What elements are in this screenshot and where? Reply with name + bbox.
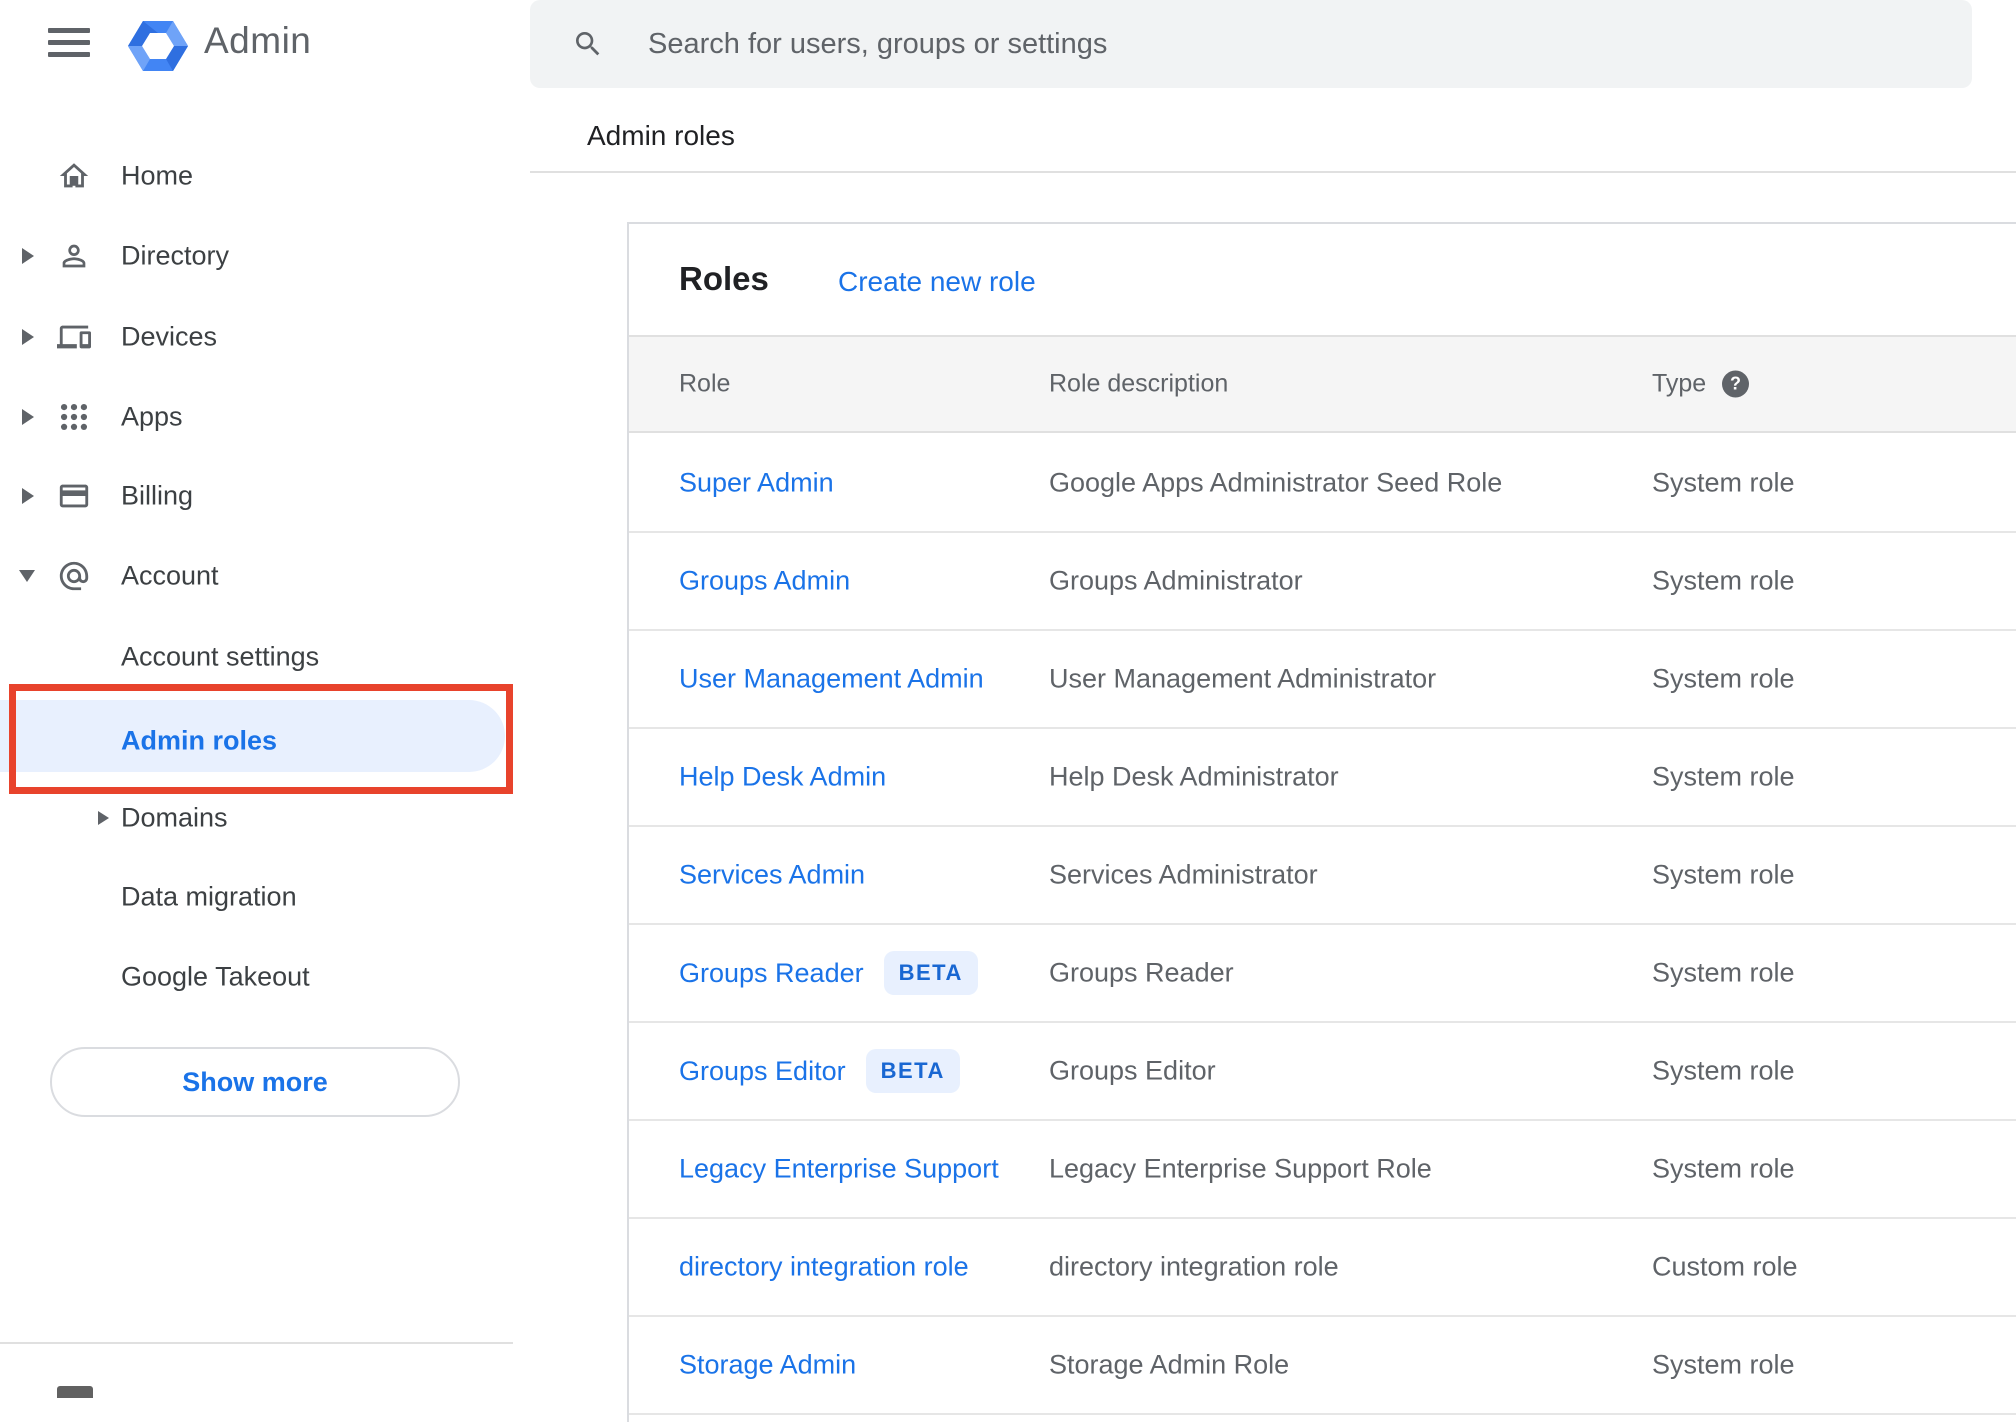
table-header: Role Role description Type ? [629, 335, 2016, 433]
table-row: directory integration role directory int… [629, 1219, 2016, 1317]
role-type: System role [1652, 957, 1795, 988]
sidebar-item-domains[interactable]: Domains [0, 778, 530, 858]
sidebar-item-label: Data migration [121, 881, 297, 912]
role-link-text: Groups Reader [679, 957, 864, 988]
role-type: System role [1652, 859, 1795, 890]
role-link[interactable]: User Management Admin [679, 664, 984, 695]
column-header-description: Role description [1049, 369, 1229, 398]
role-link-text: Groups Editor [679, 1055, 846, 1086]
create-new-role-link[interactable]: Create new role [838, 266, 1036, 298]
sidebar-item-data-migration[interactable]: Data migration [0, 857, 530, 937]
search-input[interactable] [648, 0, 1848, 88]
table-row: Groups Admin Groups Administrator System… [629, 533, 2016, 631]
table-row: Groups Reader BETA Groups Reader System … [629, 925, 2016, 1023]
sidebar-item-label: Devices [121, 321, 218, 352]
table-row: Super Admin Google Apps Administrator Se… [629, 435, 2016, 533]
table-row: Storage Admin Storage Admin Role System … [629, 1317, 2016, 1415]
table-row: Groups Editor BETA Groups Editor System … [629, 1023, 2016, 1121]
role-link[interactable]: Groups Admin [679, 566, 850, 597]
sidebar-item-billing[interactable]: Billing [0, 456, 530, 536]
help-icon[interactable]: ? [1722, 370, 1749, 398]
role-type: System role [1652, 1349, 1795, 1380]
role-description: Groups Editor [1049, 1055, 1216, 1086]
global-search-bar[interactable] [530, 0, 1972, 88]
roles-card: Roles Create new role Role Role descript… [627, 222, 2016, 1422]
sidebar-item-directory[interactable]: Directory [0, 216, 530, 296]
google-admin-logo-icon [128, 21, 188, 71]
beta-badge: BETA [865, 1049, 960, 1093]
sidebar-item-devices[interactable]: Devices [0, 297, 530, 377]
home-icon [59, 163, 89, 188]
partial-sidebar-icon [57, 1386, 93, 1398]
sidebar-item-apps[interactable]: Apps [0, 377, 530, 457]
roles-table-body: Super Admin Google Apps Administrator Se… [629, 435, 2016, 1415]
role-link[interactable]: Legacy Enterprise Support [679, 1154, 999, 1185]
column-header-type: Type [1652, 369, 1707, 398]
app-title: Admin [204, 20, 312, 61]
sidebar-item-label: Billing [121, 480, 194, 511]
sidebar-item-label: Account settings [121, 641, 320, 672]
chevron-right-icon [22, 329, 34, 345]
at-sign-icon [59, 561, 89, 591]
apps-grid-icon [60, 403, 88, 431]
breadcrumb: Admin roles [587, 120, 735, 151]
sidebar-item-label: Directory [121, 240, 230, 271]
card-title: Roles [679, 260, 769, 297]
role-description: User Management Administrator [1049, 663, 1437, 694]
role-type: System role [1652, 467, 1795, 498]
sidebar-item-account[interactable]: Account [0, 536, 530, 616]
role-link[interactable]: Help Desk Admin [679, 762, 886, 793]
sidebar-item-label: Apps [121, 401, 183, 432]
role-type: System role [1652, 565, 1795, 596]
role-type: System role [1652, 1055, 1795, 1086]
credit-card-icon [59, 484, 89, 508]
table-row: Services Admin Services Administrator Sy… [629, 827, 2016, 925]
devices-icon [57, 325, 91, 349]
role-description: Groups Reader [1049, 957, 1234, 988]
role-link[interactable]: Super Admin [679, 468, 834, 499]
table-row: Legacy Enterprise Support Legacy Enterpr… [629, 1121, 2016, 1219]
role-link[interactable]: directory integration role [679, 1252, 969, 1283]
role-link[interactable]: Storage Admin [679, 1350, 856, 1381]
role-description: Legacy Enterprise Support Role [1049, 1153, 1432, 1184]
menu-hamburger-icon[interactable] [48, 28, 90, 58]
table-row: Help Desk Admin Help Desk Administrator … [629, 729, 2016, 827]
chevron-right-icon [22, 248, 34, 264]
sidebar-item-label: Google Takeout [121, 961, 310, 992]
column-header-role: Role [679, 369, 731, 398]
role-link[interactable]: Groups Reader BETA [679, 951, 978, 995]
sidebar-item-label: Home [121, 160, 194, 191]
table-row: User Management Admin User Management Ad… [629, 631, 2016, 729]
sidebar-item-google-takeout[interactable]: Google Takeout [0, 937, 530, 1017]
chevron-right-icon [22, 488, 34, 504]
role-description: Google Apps Administrator Seed Role [1049, 467, 1503, 498]
sidebar-item-label: Admin roles [121, 725, 278, 756]
role-type: System role [1652, 761, 1795, 792]
chevron-right-icon [22, 409, 34, 425]
show-more-button[interactable]: Show more [50, 1047, 460, 1117]
header-divider [530, 171, 2016, 173]
sidebar-item-admin-roles[interactable]: Admin roles [0, 701, 530, 781]
role-description: Groups Administrator [1049, 565, 1303, 596]
person-icon [62, 244, 86, 268]
beta-badge: BETA [883, 951, 978, 995]
role-link[interactable]: Services Admin [679, 860, 865, 891]
chevron-down-icon [19, 570, 35, 582]
role-description: directory integration role [1049, 1251, 1339, 1282]
sidebar-item-label: Account [121, 560, 219, 591]
role-type: Custom role [1652, 1251, 1798, 1282]
role-description: Storage Admin Role [1049, 1349, 1290, 1380]
sidebar-item-label: Domains [121, 802, 228, 833]
role-description: Services Administrator [1049, 859, 1318, 890]
sidebar-divider [0, 1342, 513, 1344]
role-description: Help Desk Administrator [1049, 761, 1339, 792]
role-type: System role [1652, 663, 1795, 694]
sidebar-item-account-settings[interactable]: Account settings [0, 617, 530, 697]
chevron-right-icon [98, 811, 109, 825]
role-type: System role [1652, 1153, 1795, 1184]
role-link[interactable]: Groups Editor BETA [679, 1049, 960, 1093]
search-icon [576, 32, 600, 56]
sidebar-item-home[interactable]: Home [0, 136, 530, 216]
